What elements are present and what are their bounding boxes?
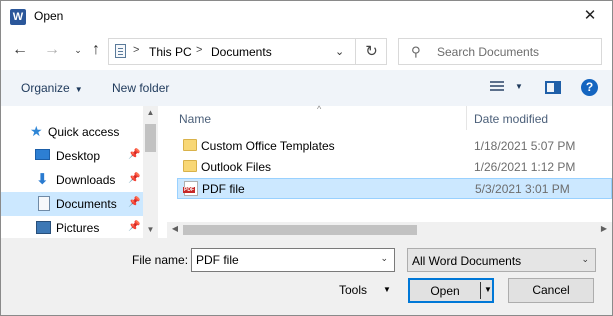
recent-locations-chevron-icon[interactable]: ⌄ — [69, 40, 87, 60]
column-header-name[interactable]: Name — [179, 112, 211, 126]
open-options-caret-down-icon[interactable]: ▼ — [484, 285, 492, 294]
file-type-chevron-icon: ⌄ — [581, 254, 589, 264]
scroll-down-icon[interactable]: ▼ — [143, 225, 158, 234]
tools-button[interactable]: Tools — [339, 283, 367, 297]
column-header-date-modified[interactable]: Date modified — [474, 112, 548, 126]
open-button[interactable]: Open ▼ — [408, 278, 494, 303]
window-title: Open — [34, 9, 64, 23]
up-button[interactable]: ↑ — [87, 40, 105, 60]
dialog-footer: File name: ⌄ All Word Documents ⌄ Tools … — [1, 238, 612, 315]
sidebar-item-label: Pictures — [56, 221, 100, 235]
file-name-combobox[interactable]: ⌄ — [191, 248, 395, 272]
desktop-icon — [35, 149, 50, 160]
caret-down-icon: ▼ — [74, 85, 83, 94]
file-name-label: File name: — [132, 253, 189, 267]
preview-pane-icon[interactable] — [545, 81, 561, 94]
scrollbar-thumb[interactable] — [183, 225, 417, 235]
cancel-button[interactable]: Cancel — [508, 278, 594, 303]
sidebar-item-label: Quick access — [48, 125, 120, 139]
open-button-label: Open — [430, 284, 460, 298]
address-bar[interactable]: > This PC > Documents ⌄ ↻ — [108, 38, 387, 65]
sidebar-item-pictures[interactable]: Pictures 📌 — [1, 216, 143, 240]
refresh-button[interactable]: ↻ — [355, 39, 387, 64]
column-divider[interactable] — [466, 106, 467, 130]
search-box[interactable]: ⚲ — [398, 38, 602, 65]
file-type-filter-value: All Word Documents — [412, 254, 522, 268]
sidebar-item-downloads[interactable]: ⬇ Downloads 📌 — [1, 168, 143, 192]
scrollbar-thumb[interactable] — [145, 124, 156, 152]
scroll-up-icon[interactable]: ▲ — [143, 108, 158, 117]
file-name-chevron-icon[interactable]: ⌄ — [380, 253, 388, 264]
column-header-row: Name ^ Date modified — [167, 104, 612, 130]
open-dialog: W Open ✕ ← → ⌄ ↑ > This PC > Documents ⌄… — [0, 0, 613, 316]
file-date: 5/3/2021 3:01 PM — [475, 182, 570, 196]
file-list: Name ^ Date modified Custom Office Templ… — [167, 104, 612, 238]
pdf-file-icon — [183, 181, 198, 196]
file-row-pdf-file[interactable]: PDF file 5/3/2021 3:01 PM — [177, 178, 612, 199]
word-app-icon: W — [10, 9, 26, 25]
documents-location-icon — [115, 44, 126, 58]
forward-button[interactable]: → — [43, 40, 61, 60]
navigation-bar: ← → ⌄ ↑ > This PC > Documents ⌄ ↻ ⚲ — [1, 32, 612, 70]
search-icon: ⚲ — [411, 44, 421, 59]
sidebar-item-quick-access[interactable]: ★ Quick access — [1, 120, 143, 144]
help-icon[interactable]: ? — [581, 79, 598, 96]
new-folder-button[interactable]: New folder — [112, 81, 169, 95]
command-bar: Organize ▼ New folder ▼ ? — [1, 70, 612, 106]
file-name: PDF file — [202, 182, 245, 196]
folder-icon — [183, 139, 197, 151]
file-name: Outlook Files — [201, 160, 272, 174]
address-history-chevron-icon[interactable]: ⌄ — [335, 45, 344, 58]
scroll-right-icon[interactable]: ▶ — [597, 224, 611, 233]
file-date: 1/18/2021 5:07 PM — [474, 139, 576, 153]
file-row-custom-office-templates[interactable]: Custom Office Templates 1/18/2021 5:07 P… — [177, 136, 612, 157]
pin-icon[interactable]: 📌 — [128, 149, 140, 160]
pin-icon[interactable]: 📌 — [128, 221, 140, 232]
sidebar-item-documents[interactable]: Documents 📌 — [1, 192, 143, 216]
organize-label: Organize — [21, 81, 70, 95]
navigation-pane: ★ Quick access Desktop 📌 ⬇ Downloads 📌 D… — [1, 106, 158, 238]
file-list-horizontal-scrollbar[interactable]: ◀ ▶ — [167, 222, 612, 238]
close-button[interactable]: ✕ — [580, 6, 600, 26]
open-split-divider — [480, 282, 481, 299]
view-options-icon[interactable] — [490, 81, 504, 93]
breadcrumb-documents[interactable]: Documents — [211, 45, 272, 59]
folder-icon — [183, 160, 197, 172]
back-button[interactable]: ← — [11, 40, 29, 60]
pictures-icon — [36, 221, 51, 234]
sidebar-item-label: Desktop — [56, 149, 101, 163]
file-type-filter-select[interactable]: All Word Documents ⌄ — [407, 248, 596, 272]
navigation-pane-scrollbar[interactable]: ▲ ▼ — [143, 106, 158, 238]
file-row-outlook-files[interactable]: Outlook Files 1/26/2021 1:12 PM — [177, 157, 612, 178]
breadcrumb-separator-icon[interactable]: > — [196, 44, 202, 56]
download-icon: ⬇ — [36, 171, 49, 188]
sidebar-item-label: Documents — [56, 197, 117, 211]
file-name-input[interactable] — [196, 251, 368, 269]
file-name: Custom Office Templates — [201, 139, 335, 153]
organize-button[interactable]: Organize ▼ — [21, 81, 83, 95]
sidebar-item-label: Downloads — [56, 173, 116, 187]
pin-icon[interactable]: 📌 — [128, 197, 140, 208]
sidebar-item-desktop[interactable]: Desktop 📌 — [1, 144, 143, 168]
sort-ascending-icon: ^ — [317, 104, 322, 114]
breadcrumb-this-pc[interactable]: This PC — [149, 45, 192, 59]
title-bar: W Open ✕ — [1, 1, 612, 32]
view-options-chevron-icon[interactable]: ▼ — [515, 82, 523, 91]
tools-caret-down-icon[interactable]: ▼ — [383, 285, 391, 294]
pin-icon[interactable]: 📌 — [128, 173, 140, 184]
file-date: 1/26/2021 1:12 PM — [474, 160, 576, 174]
scroll-left-icon[interactable]: ◀ — [168, 224, 182, 233]
documents-icon — [38, 196, 50, 211]
star-icon: ★ — [30, 123, 43, 139]
search-input[interactable] — [437, 42, 597, 61]
breadcrumb-separator-icon[interactable]: > — [133, 44, 139, 56]
